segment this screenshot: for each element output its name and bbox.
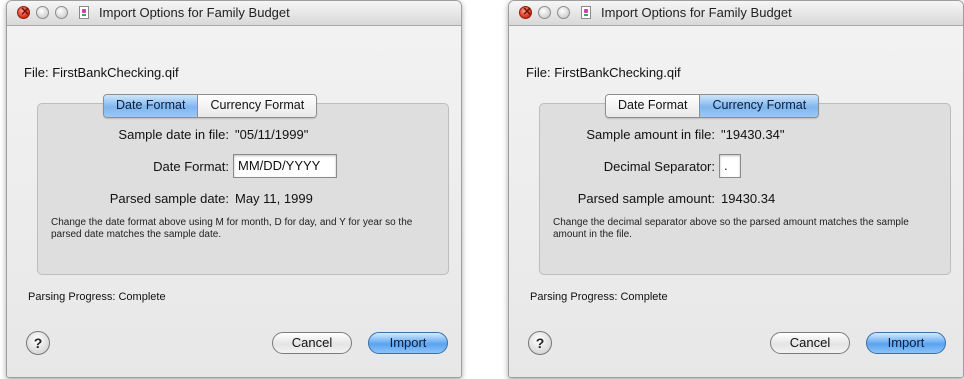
sample-date-label: Sample date in file: bbox=[118, 127, 229, 142]
help-icon[interactable]: ? bbox=[26, 331, 50, 355]
tab-currency-format[interactable]: Currency Format bbox=[699, 95, 819, 117]
window-title: Import Options for Family Budget bbox=[601, 5, 792, 20]
file-label: File: bbox=[526, 65, 551, 80]
parsed-date-label: Parsed sample date: bbox=[109, 191, 229, 206]
date-format-label: Date Format: bbox=[153, 159, 229, 174]
file-name: FirstBankChecking.qif bbox=[52, 65, 179, 80]
import-options-window-date: Import Options for Family Budget File: F… bbox=[6, 0, 462, 378]
tab-date-format[interactable]: Date Format bbox=[104, 95, 198, 117]
parsed-amount-value: 19430.34 bbox=[721, 191, 776, 206]
window-title: Import Options for Family Budget bbox=[99, 5, 290, 20]
title-bar: Import Options for Family Budget bbox=[509, 1, 963, 26]
date-format-field[interactable]: MM/DD/YYYY bbox=[233, 154, 337, 178]
decimal-separator-field[interactable]: . bbox=[719, 154, 741, 178]
parsing-progress: Parsing Progress: Complete bbox=[28, 291, 166, 303]
parsed-date-value: May 11, 1999 bbox=[235, 191, 313, 206]
import-options-window-currency: Import Options for Family Budget File: F… bbox=[508, 0, 964, 378]
parsed-amount-label: Parsed sample amount: bbox=[577, 191, 715, 206]
close-icon[interactable] bbox=[17, 4, 30, 19]
sample-date-value: "05/11/1999" bbox=[235, 127, 309, 142]
help-icon[interactable]: ? bbox=[528, 331, 552, 355]
tab-currency-format[interactable]: Currency Format bbox=[197, 95, 317, 117]
help-text: Change the decimal separator above so th… bbox=[553, 217, 909, 240]
file-line: File: FirstBankChecking.qif bbox=[24, 65, 179, 80]
file-line: File: FirstBankChecking.qif bbox=[526, 65, 681, 80]
minimize-icon[interactable] bbox=[36, 6, 49, 19]
cancel-button[interactable]: Cancel bbox=[272, 332, 352, 354]
format-tabs: Date Format Currency Format bbox=[103, 94, 318, 118]
sample-amount-value: "19430.34" bbox=[721, 127, 785, 142]
sample-amount-label: Sample amount in file: bbox=[586, 127, 715, 142]
import-button[interactable]: Import bbox=[866, 332, 946, 354]
zoom-icon[interactable] bbox=[557, 6, 570, 19]
document-icon bbox=[79, 6, 89, 19]
close-icon[interactable] bbox=[519, 4, 532, 19]
help-text: Change the date format above using M for… bbox=[51, 217, 413, 240]
document-icon bbox=[581, 6, 591, 19]
title-bar: Import Options for Family Budget bbox=[7, 1, 461, 26]
import-button[interactable]: Import bbox=[368, 332, 448, 354]
tab-date-format[interactable]: Date Format bbox=[606, 95, 700, 117]
cancel-button[interactable]: Cancel bbox=[770, 332, 850, 354]
decimal-separator-label: Decimal Separator: bbox=[603, 159, 715, 174]
file-name: FirstBankChecking.qif bbox=[554, 65, 681, 80]
format-tabs: Date Format Currency Format bbox=[605, 94, 820, 118]
minimize-icon[interactable] bbox=[538, 6, 551, 19]
parsing-progress: Parsing Progress: Complete bbox=[530, 291, 668, 303]
zoom-icon[interactable] bbox=[55, 6, 68, 19]
file-label: File: bbox=[24, 65, 49, 80]
